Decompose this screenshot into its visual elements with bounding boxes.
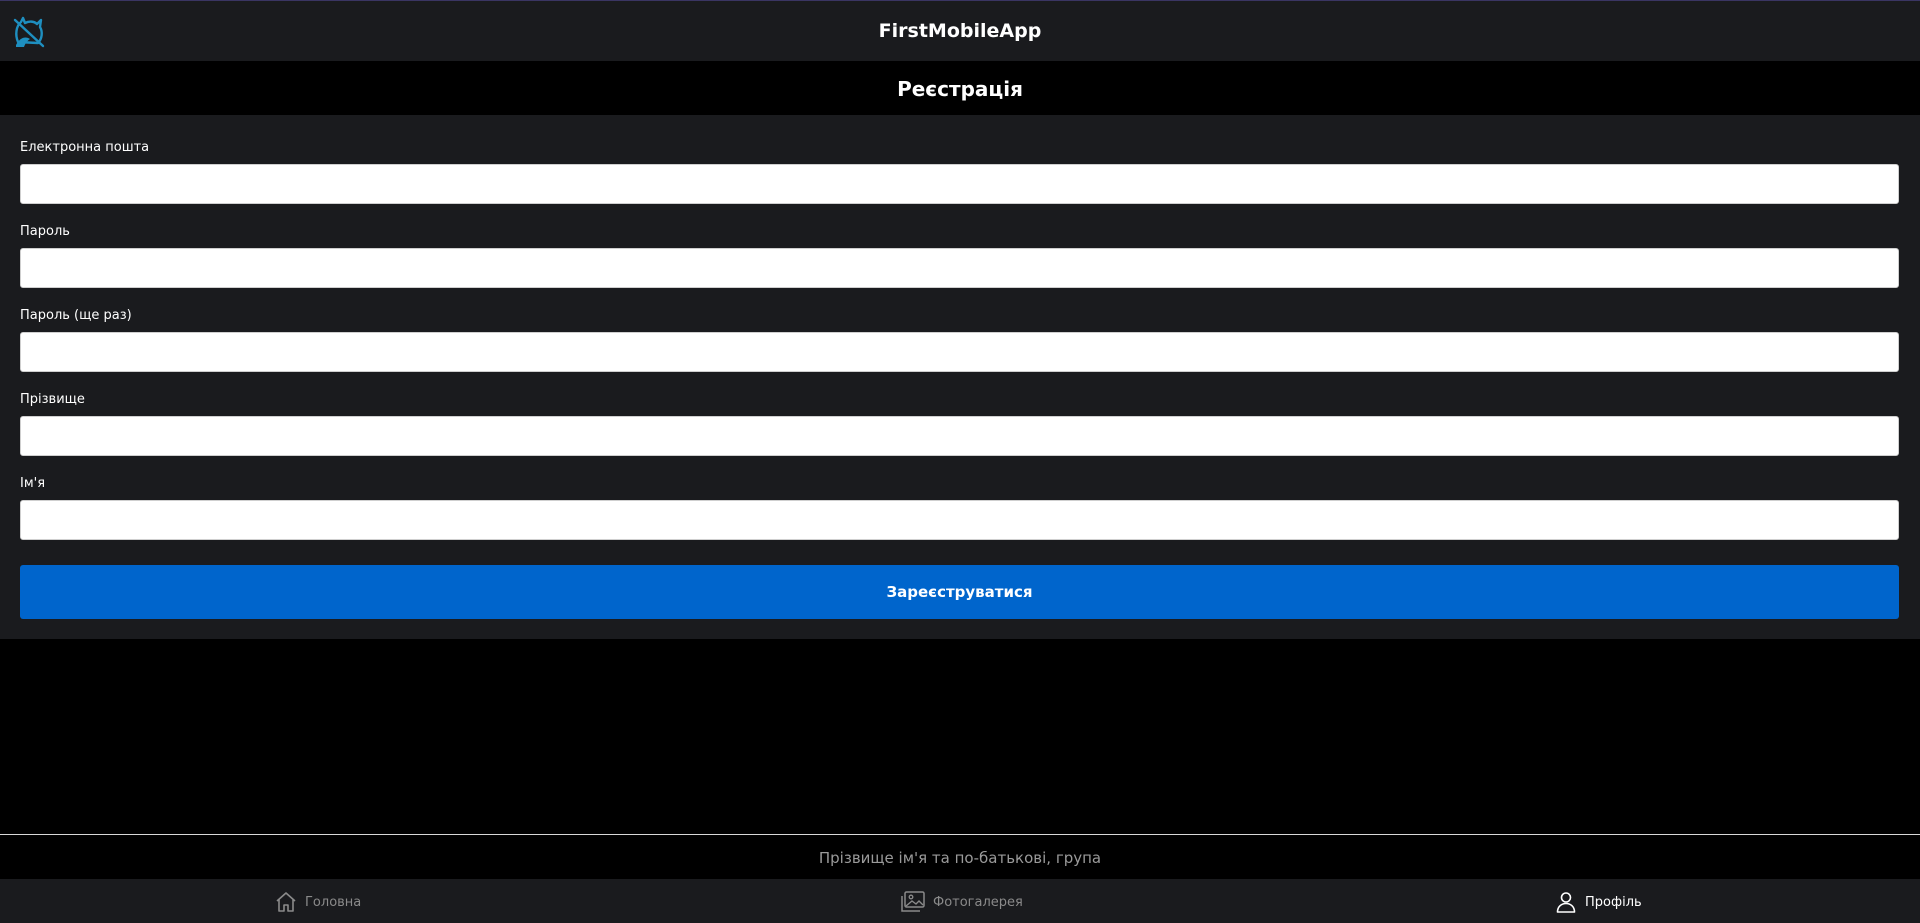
email-label: Електронна пошта bbox=[20, 140, 150, 155]
footer-text: Прізвище ім'я та по-батькові, група bbox=[818, 849, 1102, 867]
last-name-label: Прізвище bbox=[20, 392, 85, 407]
password-repeat-label: Пароль (ще раз) bbox=[20, 308, 132, 323]
page-title: Реєстрація bbox=[897, 77, 1023, 101]
first-name-field[interactable] bbox=[20, 500, 1899, 540]
page-header: Реєстрація bbox=[0, 61, 1920, 115]
bottom-nav: Головна Фотогалерея Профіль bbox=[0, 879, 1920, 923]
app-title: FirstMobileApp bbox=[878, 20, 1042, 42]
password-label: Пароль bbox=[20, 224, 70, 239]
top-bar: FirstMobileApp bbox=[0, 0, 1920, 61]
email-field[interactable] bbox=[20, 164, 1899, 204]
gallery-icon bbox=[901, 891, 925, 912]
password-repeat-field[interactable] bbox=[20, 332, 1899, 372]
nav-item-home[interactable]: Головна bbox=[274, 889, 361, 915]
registration-form: Електронна пошта Пароль Пароль (ще раз) … bbox=[0, 115, 1920, 639]
password-field[interactable] bbox=[20, 248, 1899, 288]
user-icon bbox=[1556, 892, 1576, 913]
nav-item-gallery-label: Фотогалерея bbox=[933, 894, 1023, 910]
nav-item-profile[interactable]: Профіль bbox=[1554, 889, 1642, 915]
app-window: FirstMobileApp Реєстрація Електронна пош… bbox=[0, 0, 1920, 923]
footer-divider bbox=[0, 834, 1920, 835]
nav-item-profile-label: Профіль bbox=[1585, 894, 1642, 910]
home-icon bbox=[276, 892, 296, 912]
nav-item-home-label: Головна bbox=[305, 894, 362, 910]
last-name-field[interactable] bbox=[20, 416, 1899, 456]
nav-item-gallery[interactable]: Фотогалерея bbox=[900, 889, 1023, 915]
register-button[interactable]: Зареєструватися bbox=[20, 565, 1899, 619]
first-name-label: Ім'я bbox=[20, 476, 46, 491]
